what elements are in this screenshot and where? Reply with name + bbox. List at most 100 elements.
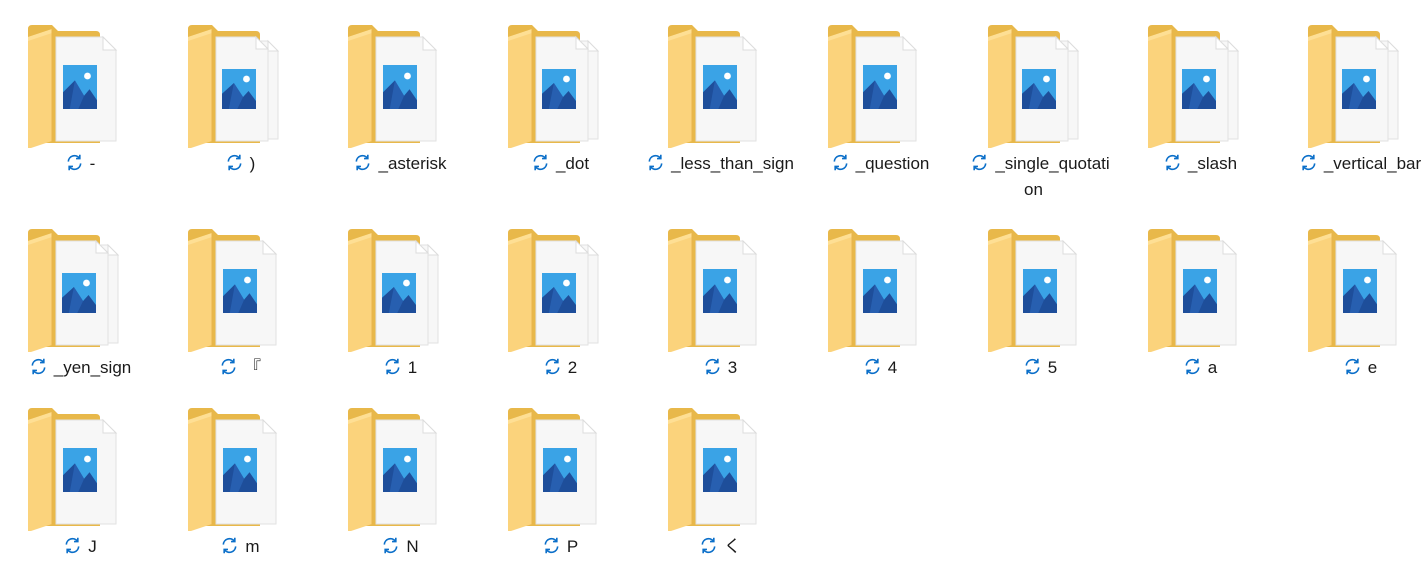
folder-label: N — [320, 534, 480, 560]
folder-icon — [1142, 23, 1242, 148]
folder-label: 4 — [800, 355, 960, 381]
folder-name: N — [406, 537, 419, 556]
folder-icon — [1302, 227, 1402, 352]
folder-name-line: N — [381, 537, 419, 556]
sync-pending-icon — [543, 357, 562, 376]
folder-item[interactable]: _slash — [1120, 3, 1280, 193]
folder-item[interactable]: 3 — [640, 207, 800, 397]
folder-item[interactable]: 4 — [800, 207, 960, 397]
folder-icon — [982, 227, 1082, 352]
folder-name-line: _vertical_bar — [1299, 154, 1421, 173]
sync-pending-icon — [1299, 153, 1318, 172]
folder-label: _vertical_bar — [1280, 151, 1426, 177]
folder-item[interactable]: P — [480, 386, 640, 576]
folder-item[interactable]: - — [0, 3, 160, 193]
folder-icon — [662, 406, 762, 531]
folder-item[interactable]: _question — [800, 3, 960, 193]
folder-label: _dot — [480, 151, 640, 177]
folder-name-continued: on — [1024, 180, 1043, 199]
sync-pending-icon — [353, 153, 372, 172]
folder-icon — [662, 23, 762, 148]
folder-name-line: _question — [831, 153, 929, 173]
sync-pending-icon — [219, 357, 238, 376]
folder-icon — [822, 227, 922, 352]
folder-item[interactable]: _dot — [480, 3, 640, 193]
folder-item[interactable]: _asterisk — [320, 3, 480, 193]
folder-item[interactable]: 5 — [960, 207, 1120, 397]
folder-name-line: _dot — [531, 154, 589, 173]
folder-label: J — [0, 534, 160, 560]
folder-name-line: m — [220, 536, 260, 556]
folder-name: _asterisk — [378, 154, 447, 173]
folder-name: e — [1367, 358, 1378, 377]
folder-label: P — [480, 534, 640, 560]
folder-icon — [22, 227, 122, 352]
folder-name-line: く — [699, 537, 741, 556]
folder-name: _single_quotati — [995, 154, 1110, 173]
folder-item[interactable]: J — [0, 386, 160, 576]
folder-item[interactable]: く — [640, 386, 800, 576]
folder-item[interactable]: 2 — [480, 207, 640, 397]
folder-name: ) — [249, 154, 256, 173]
folder-name: 3 — [727, 358, 738, 377]
folder-name-line: 2 — [543, 358, 577, 377]
folder-name-line: _single_quotati — [970, 153, 1110, 173]
folder-icon — [982, 23, 1082, 148]
sync-pending-icon — [220, 536, 239, 555]
folder-icon — [662, 227, 762, 352]
folder-icon — [502, 227, 602, 352]
folder-name-line: 3 — [703, 358, 737, 377]
folder-label: 1 — [320, 355, 480, 381]
folder-name-line: 『 — [219, 358, 261, 377]
sync-pending-icon — [542, 536, 561, 555]
sync-pending-icon — [225, 153, 244, 172]
folder-label: _single_quotation — [960, 151, 1120, 203]
folder-label: a — [1120, 355, 1280, 381]
folder-icon — [342, 227, 442, 352]
folder-name: m — [245, 537, 260, 556]
folder-name: 5 — [1047, 358, 1058, 377]
folder-name: _yen_sign — [53, 358, 132, 377]
folder-item[interactable]: _single_quotation — [960, 3, 1120, 199]
folder-icon — [342, 23, 442, 148]
sync-pending-icon — [699, 536, 718, 555]
folder-item[interactable]: 1 — [320, 207, 480, 397]
sync-pending-icon — [383, 357, 402, 376]
folder-name: - — [89, 154, 96, 173]
sync-pending-icon — [1163, 153, 1182, 172]
folder-item[interactable]: a — [1120, 207, 1280, 397]
folder-item[interactable]: ) — [160, 3, 320, 193]
folder-label: _slash — [1120, 151, 1280, 177]
folder-label: 3 — [640, 355, 800, 381]
folder-label: m — [160, 534, 320, 560]
folder-name-line: _asterisk — [353, 153, 447, 173]
folder-item[interactable]: _vertical_bar — [1280, 3, 1426, 193]
folder-label: _question — [800, 151, 960, 177]
folder-label: _yen_sign — [0, 355, 160, 381]
folder-name: _dot — [555, 154, 590, 173]
folder-name: 1 — [407, 358, 418, 377]
folder-icon — [502, 23, 602, 148]
folder-name-line: 1 — [383, 358, 417, 377]
folder-item[interactable]: 『 — [160, 207, 320, 397]
folder-item[interactable]: _less_than_sign — [640, 3, 800, 193]
folder-icon — [22, 23, 122, 148]
sync-pending-icon — [646, 153, 665, 172]
folder-item[interactable]: e — [1280, 207, 1426, 397]
sync-pending-icon — [831, 153, 850, 172]
sync-pending-icon — [970, 153, 989, 172]
sync-pending-icon — [1023, 357, 1042, 376]
folder-label: ) — [160, 151, 320, 177]
folder-label: _less_than_sign — [640, 151, 800, 177]
folder-name: P — [566, 537, 579, 556]
folder-item[interactable]: N — [320, 386, 480, 576]
folder-name: く — [724, 537, 741, 556]
folder-name-line: - — [65, 153, 96, 173]
folder-icon — [182, 23, 282, 148]
sync-pending-icon — [863, 357, 882, 376]
sync-pending-icon — [65, 153, 84, 172]
folder-icon — [1302, 23, 1402, 148]
folder-item[interactable]: m — [160, 386, 320, 576]
folder-name-line: ) — [225, 153, 256, 173]
folder-item[interactable]: _yen_sign — [0, 207, 160, 397]
